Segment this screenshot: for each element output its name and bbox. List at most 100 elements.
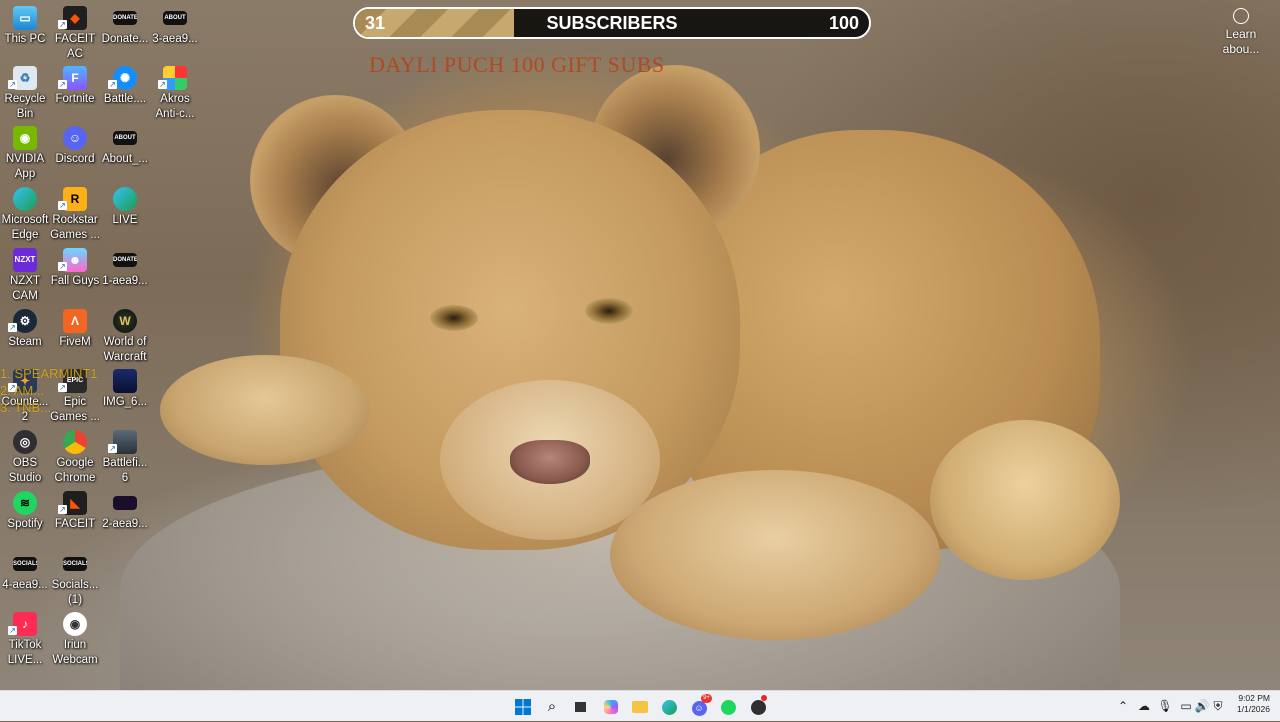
- desktop-icon-label: LIVE: [112, 214, 138, 226]
- task-view-button[interactable]: [569, 696, 591, 718]
- desktop-icon-iriun-webcam[interactable]: ◉ Iriun Webcam: [50, 612, 100, 668]
- fortnite-icon: F: [63, 66, 87, 90]
- desktop-icon-fall-guys[interactable]: ☻ Fall Guys: [50, 248, 100, 289]
- desktop-icon-fortnite[interactable]: F Fortnite: [50, 66, 100, 107]
- wallpaper-lion-right-eye: [585, 298, 633, 324]
- desktop-icon-steam[interactable]: ⚙ Steam: [0, 309, 50, 350]
- gift-leaderboard-overlay: 1. SPEARMINT1 2. AM... 3. TNB...: [0, 365, 98, 416]
- desktop-icon-2-aea9[interactable]: 2-aea9...: [100, 491, 150, 532]
- nzxt-icon: NZXT: [13, 248, 37, 272]
- volume-button[interactable]: 🔊: [1194, 698, 1210, 714]
- desktop-icon-microsoft-edge[interactable]: Microsoft Edge: [0, 187, 50, 243]
- edge-icon: [661, 700, 677, 715]
- desktop-icon-battlenet[interactable]: ✺ Battle....: [100, 66, 150, 107]
- socials-image-icon: SOCIALS: [13, 557, 37, 571]
- desktop-icon-rockstar-games[interactable]: R Rockstar Games ...: [50, 187, 100, 243]
- desktop-icon-label-2: Edge: [11, 229, 39, 241]
- desktop-icon-faceit[interactable]: ◣ FACEIT: [50, 491, 100, 532]
- search-button[interactable]: ⌕: [541, 696, 563, 718]
- desktop-icon-nvidia-app[interactable]: ◉ NVIDIA App: [0, 126, 50, 182]
- faceit-icon: ◣: [63, 491, 87, 515]
- fivem-icon: Λ: [63, 309, 87, 333]
- desktop-icon-label-2: (1): [67, 594, 83, 606]
- desktop-icon-label: Battlefi...: [102, 457, 148, 469]
- file-explorer-button[interactable]: [629, 696, 651, 718]
- desktop-icon-about[interactable]: ABOUT ME About_...: [100, 126, 150, 167]
- desktop-icon-label: FACEIT: [54, 518, 96, 530]
- desktop-icon-label-2: Anti-c...: [155, 108, 195, 120]
- desktop-icon-label: Google: [56, 457, 94, 469]
- desktop-icon-label: Iriun: [63, 639, 87, 651]
- learn-about-label-2: abou...: [1222, 42, 1260, 56]
- obs-icon: ◎: [13, 430, 37, 454]
- desktop-icon-live[interactable]: LIVE: [100, 187, 150, 228]
- desktop-icon-label: 2-aea9...: [102, 518, 148, 530]
- desktop-icon-label: This PC: [4, 33, 46, 45]
- desktop-icon-label-2: Warcraft: [103, 351, 147, 363]
- subscriber-goal-title: SUBSCRIBERS: [546, 13, 678, 33]
- desktop-icon-label-2: LIVE...: [7, 654, 43, 666]
- taskbar-discord-button[interactable]: ☺ 9+: [688, 694, 712, 718]
- desktop-icon-label-2: App: [14, 168, 36, 180]
- subscriber-goal-widget: 31 SUBSCRIBERS 100: [353, 7, 871, 39]
- desktop-icon-label: 4-aea9...: [2, 579, 48, 591]
- desktop-icon-label: Microsoft: [1, 214, 49, 226]
- image-file-icon: [113, 369, 137, 393]
- desktop-icon-label: Discord: [55, 153, 95, 165]
- desktop-icon-label-2: Bin: [16, 108, 34, 120]
- desktop-icon-4-aea9[interactable]: SOCIALS 4-aea9...: [0, 552, 50, 593]
- tray-app-button[interactable]: ☁: [1136, 698, 1152, 714]
- gift-subs-overlay-text: DAYLI PUCH 100 GIFT SUBS: [369, 52, 665, 77]
- desktop-icon-socials-1[interactable]: SOCIALS Socials... (1): [50, 552, 100, 608]
- wallpaper-lion-left-paw: [160, 355, 370, 465]
- desktop-icon-label: 3-aea9...: [152, 33, 198, 45]
- desktop-icon-nzxt-cam[interactable]: NZXT NZXT CAM: [0, 248, 50, 304]
- spotify-icon: ≋: [13, 491, 37, 515]
- about-image-icon: ABOUT ME: [163, 11, 187, 25]
- desktop-icon-google-chrome[interactable]: Google Chrome: [50, 430, 100, 486]
- clock-time: 9:02 PM: [1238, 693, 1270, 703]
- about-image-icon: ABOUT ME: [113, 131, 137, 145]
- desktop-icon-label: Recycle: [4, 93, 46, 105]
- desktop-icon-1-aea9[interactable]: DONATE 1-aea9...: [100, 248, 150, 289]
- desktop-icon-img-6[interactable]: IMG_6...: [100, 369, 150, 410]
- webcam-icon: ◉: [63, 612, 87, 636]
- desktop-icon-label: Steam: [8, 336, 42, 348]
- desktop-icon-this-pc[interactable]: ▭ This PC: [0, 6, 50, 47]
- copilot-button[interactable]: [600, 696, 622, 718]
- desktop-icon-label: About_...: [101, 153, 149, 165]
- desktop-icon-label: NVIDIA: [5, 153, 45, 165]
- battlefield-icon: [113, 430, 137, 454]
- learn-about-label: Learn: [1225, 27, 1257, 41]
- leaderboard-entry: 1. SPEARMINT1: [0, 366, 98, 381]
- desktop-icon-fivem[interactable]: Λ FiveM: [50, 309, 100, 350]
- taskbar-edge-button[interactable]: [658, 696, 680, 718]
- battlenet-icon: ✺: [113, 66, 137, 90]
- tray-status-button[interactable]: ⛨: [1210, 698, 1226, 714]
- microphone-button[interactable]: 🎙: [1157, 698, 1173, 714]
- network-button[interactable]: ▭: [1178, 698, 1194, 714]
- desktop-icon-spotify[interactable]: ≋ Spotify: [0, 491, 50, 532]
- desktop-icon-label-2: Games ...: [50, 229, 100, 241]
- desktop-icon-faceit-ac[interactable]: ◆ FACEIT AC: [50, 6, 100, 62]
- desktop-icon-battlefield-6[interactable]: Battlefi... 6: [100, 430, 150, 486]
- desktop-icon-recycle-bin[interactable]: ♻ Recycle Bin: [0, 66, 50, 122]
- taskbar-spotify-button[interactable]: [717, 696, 739, 718]
- desktop-icon-3-aea9[interactable]: ABOUT ME 3-aea9...: [150, 6, 200, 47]
- wallpaper-lion-left-eye: [430, 305, 478, 331]
- desktop-icon-tiktok-live[interactable]: ♪ TikTok LIVE...: [0, 612, 50, 668]
- desktop-icon-donate[interactable]: DONATE Donate...: [100, 6, 150, 47]
- learn-about-picture-button[interactable]: Learn abou...: [1214, 8, 1268, 57]
- socials-image-icon: SOCIALS: [63, 557, 87, 571]
- desktop-icon-label-2: Studio: [8, 472, 42, 484]
- desktop-icon-label: World of: [103, 336, 147, 348]
- desktop-icon-obs-studio[interactable]: ◎ OBS Studio: [0, 430, 50, 486]
- desktop-icon-discord[interactable]: ☺ Discord: [50, 126, 100, 167]
- desktop-icon-label-2: AC: [67, 48, 83, 60]
- show-hidden-icons-button[interactable]: ⌃: [1115, 698, 1131, 714]
- taskbar-obs-button[interactable]: [747, 695, 769, 718]
- taskbar-clock[interactable]: 9:02 PM 1/1/2026: [1226, 693, 1270, 715]
- desktop-icon-world-of-warcraft[interactable]: W World of Warcraft: [100, 309, 150, 365]
- start-button[interactable]: [512, 696, 534, 718]
- desktop-icon-akros-anticheat[interactable]: Akros Anti-c...: [150, 66, 200, 122]
